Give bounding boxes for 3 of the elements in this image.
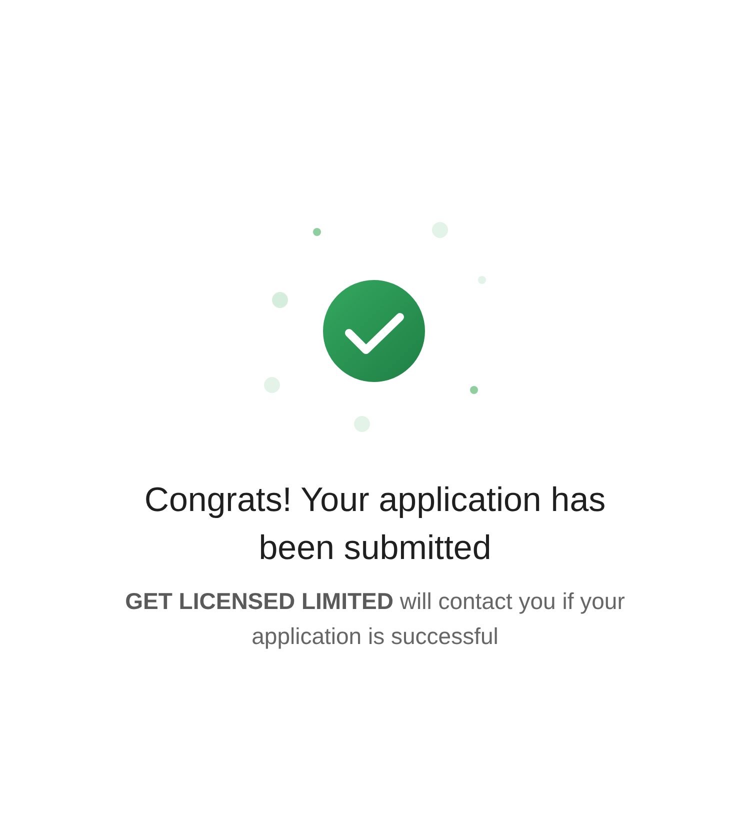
success-check-icon (323, 280, 425, 382)
success-message: GET LICENSED LIMITED will contact you if your application is successful (124, 587, 626, 651)
success-title: Congrats! Your application has been submitted (143, 480, 607, 569)
